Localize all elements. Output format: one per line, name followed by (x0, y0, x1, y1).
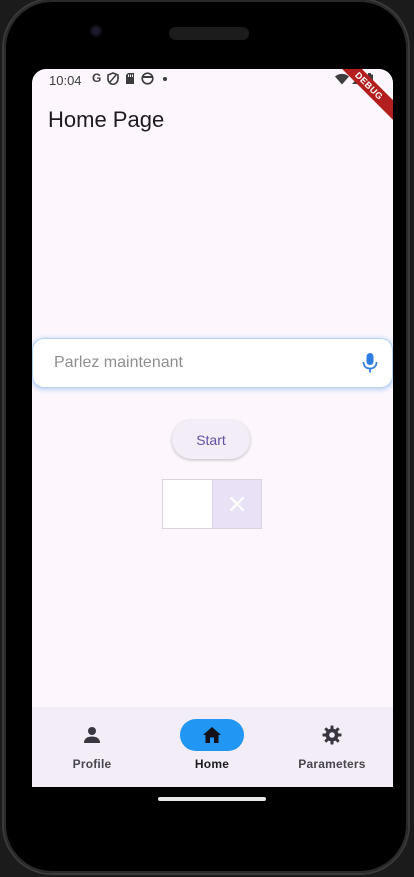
status-time: 10:04 (49, 73, 82, 88)
toggle-empty-segment[interactable] (163, 480, 213, 528)
nav-label-home: Home (194, 757, 230, 771)
page-title: Home Page (48, 107, 165, 132)
nav-item-home[interactable]: Home (152, 707, 272, 787)
app-screen: 10:04 G DEBUG Home Page Parlez maintenan… (32, 69, 393, 787)
gear-icon (322, 725, 342, 745)
status-notification-icons: G (92, 71, 170, 85)
person-icon (84, 727, 100, 743)
home-gesture-bar[interactable] (158, 797, 266, 801)
nav-item-parameters[interactable]: Parameters (272, 707, 392, 787)
start-button[interactable]: Start (172, 420, 250, 459)
toggle-control[interactable] (162, 479, 262, 529)
nav-label-parameters: Parameters (298, 757, 366, 771)
sd-card-icon (126, 72, 135, 84)
bottom-navigation-bar: Profile Home Parameters (32, 707, 393, 787)
nav-item-profile[interactable]: Profile (32, 707, 152, 787)
earpiece-speaker (169, 27, 249, 40)
status-bar: 10:04 G DEBUG (32, 69, 393, 125)
home-icon (203, 727, 221, 743)
nav-label-profile: Profile (72, 757, 112, 771)
toggle-close-segment[interactable] (212, 480, 261, 528)
wifi-icon (335, 73, 349, 85)
close-icon (229, 497, 244, 511)
speech-input-field[interactable]: Parlez maintenant (32, 338, 393, 388)
dot-icon (163, 76, 168, 81)
face-icon (141, 71, 154, 85)
phone-frame: 10:04 G DEBUG Home Page Parlez maintenan… (4, 0, 408, 873)
speech-input-placeholder: Parlez maintenant (54, 354, 183, 371)
front-camera (90, 25, 102, 37)
google-g-icon: G (92, 71, 102, 85)
shield-icon (107, 71, 120, 85)
mic-icon[interactable] (362, 352, 378, 374)
